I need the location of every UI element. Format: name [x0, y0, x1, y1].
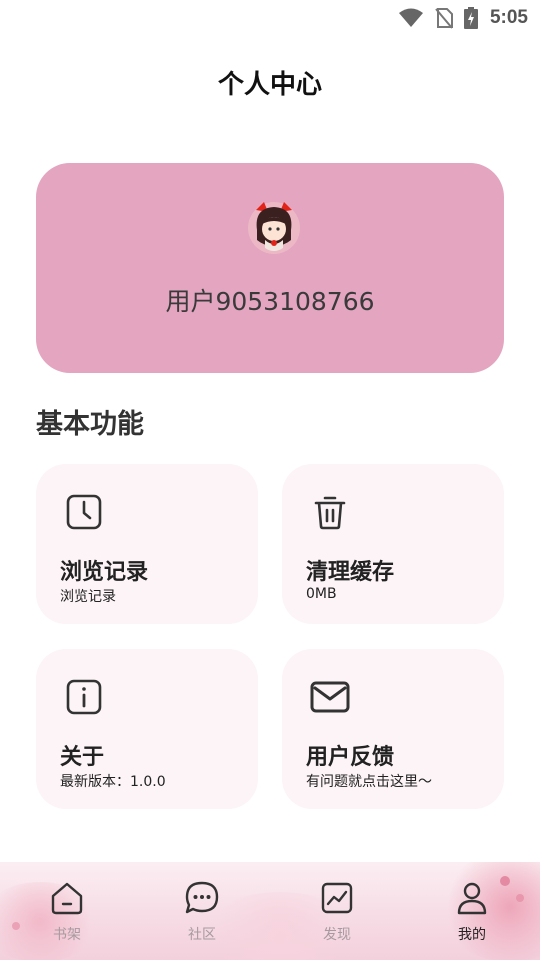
status-icons: 5:05 [398, 6, 528, 30]
username: 用户9053108766 [165, 287, 375, 316]
profile-card[interactable] [36, 163, 504, 373]
status-bar: 5:05 [0, 0, 540, 36]
feedback-tile[interactable]: 用户反馈 有问题就点击这里～ [282, 649, 504, 809]
clear-cache-tile[interactable]: 清理缓存 0MB [282, 464, 504, 624]
about-tile[interactable]: 关于 最新版本：1.0.0 [36, 649, 258, 809]
mail-icon [310, 681, 350, 713]
battery-charging-icon [463, 7, 478, 29]
tab-label: 发现 [323, 927, 351, 943]
history-tile[interactable]: 浏览记录 浏览记录 [36, 464, 258, 624]
blossom-decoration [12, 922, 20, 930]
trash-icon [314, 496, 346, 530]
tile-subtitle: 最新版本：1.0.0 [60, 774, 166, 790]
no-sim-icon [435, 8, 453, 29]
tab-community[interactable]: 社区 [166, 880, 238, 948]
tab-bookshelf[interactable]: 书架 [31, 880, 103, 948]
status-time: 5:05 [489, 7, 528, 28]
tile-subtitle: 浏览记录 [60, 589, 116, 605]
clock-icon [66, 494, 102, 530]
tile-title: 清理缓存 [306, 560, 395, 585]
page-title: 个人中心 [217, 70, 322, 100]
chat-bubble-icon [185, 881, 219, 914]
wifi-icon [398, 8, 423, 27]
blossom-decoration [516, 894, 524, 902]
tab-label: 社区 [188, 927, 216, 943]
tile-title: 关于 [60, 745, 105, 770]
tab-discover[interactable]: 发现 [301, 880, 373, 948]
info-icon [66, 679, 102, 715]
bookshelf-icon [51, 882, 83, 915]
tab-mine[interactable]: 我的 [436, 880, 508, 948]
tile-subtitle: 有问题就点击这里～ [306, 774, 432, 790]
tile-subtitle: 0MB [306, 586, 337, 602]
tile-title: 用户反馈 [306, 745, 395, 770]
tab-label: 我的 [458, 927, 486, 943]
trend-chart-icon [321, 882, 353, 914]
tab-label: 书架 [53, 927, 81, 943]
section-title: 基本功能 [36, 409, 144, 440]
tile-title: 浏览记录 [60, 560, 149, 585]
user-icon [457, 882, 487, 915]
avatar-girl-icon[interactable] [244, 196, 304, 256]
